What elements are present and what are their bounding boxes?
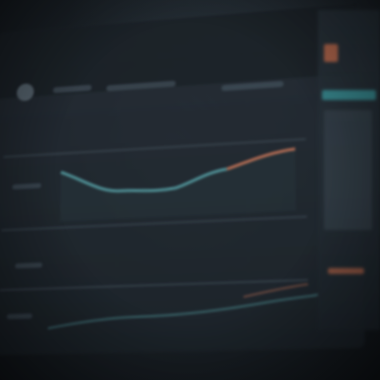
lower-series-line: [48, 295, 320, 329]
side-teal-bar: [322, 90, 376, 100]
side-orange-accent-top: [324, 44, 338, 62]
line-chart-graphic: [0, 3, 365, 355]
side-orange-accent-bottom: [328, 268, 364, 274]
monitor-screen: [0, 3, 365, 356]
right-side-panel: [318, 10, 380, 330]
lower-orange-line: [243, 284, 308, 297]
blurred-dashboard-photo: [0, 0, 380, 380]
side-grey-block: [324, 110, 372, 230]
